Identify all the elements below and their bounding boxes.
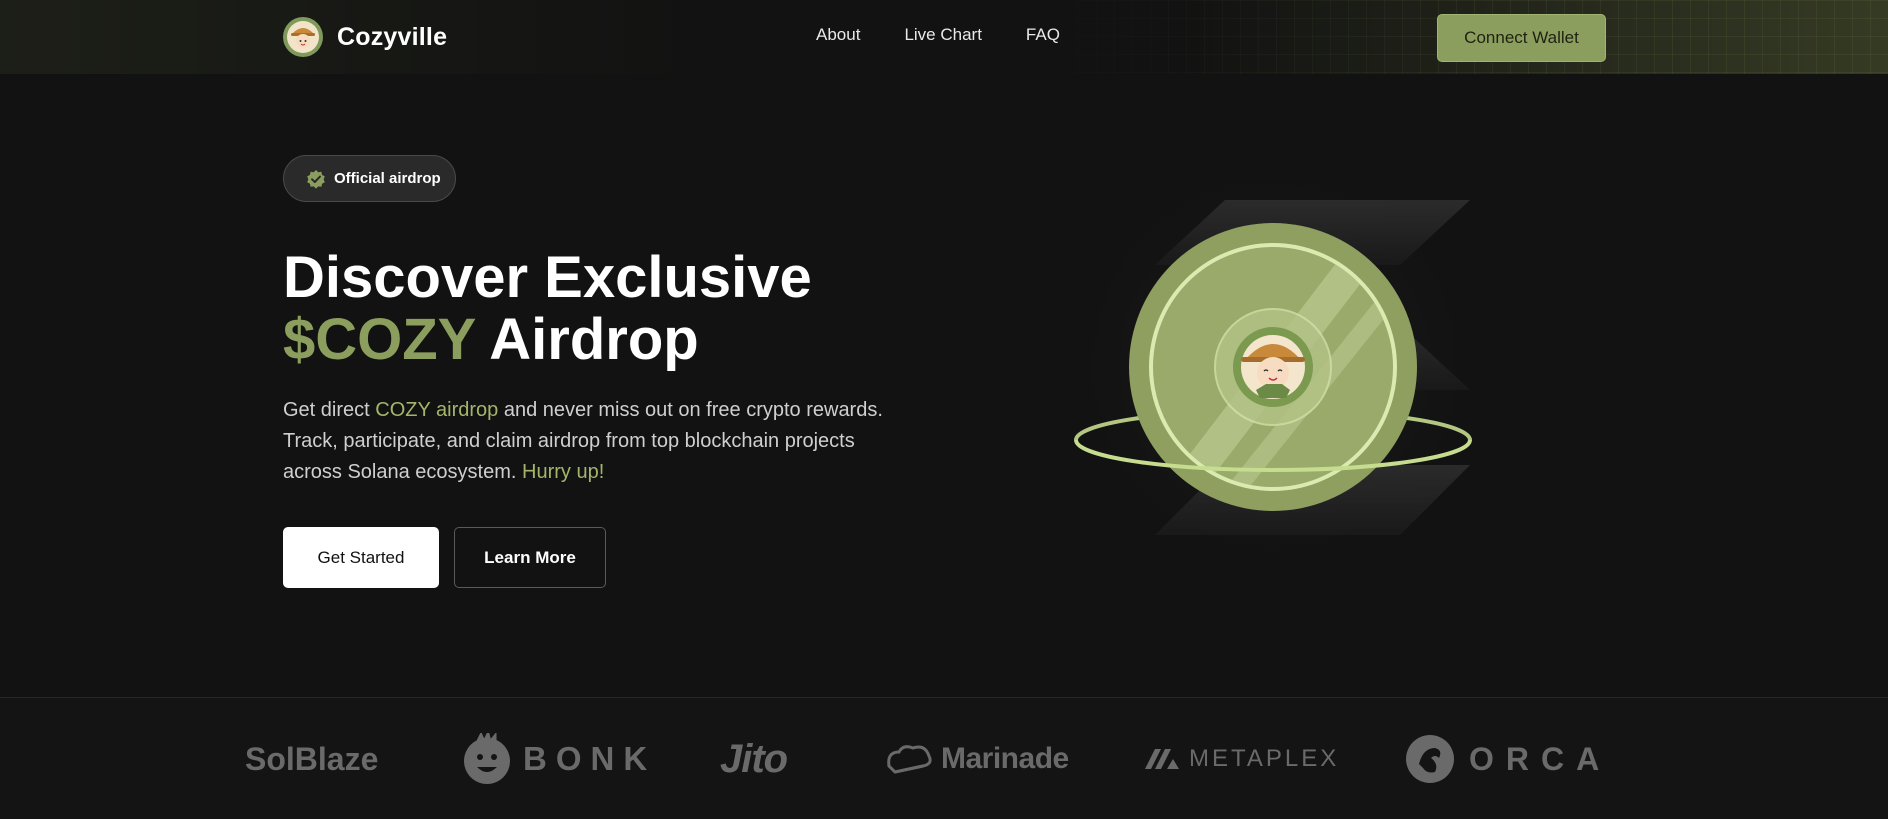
hero-title-rest: Airdrop	[489, 307, 699, 372]
coin-illustration	[1040, 150, 1510, 600]
nav-link-about[interactable]: About	[816, 25, 860, 45]
official-airdrop-badge: Official airdrop	[283, 155, 456, 202]
connect-wallet-button[interactable]: Connect Wallet	[1437, 14, 1606, 62]
cozyville-logo-icon	[283, 17, 323, 57]
hero-title: Discover Exclusive $COZY Airdrop	[283, 247, 812, 371]
orca-whale-icon	[1406, 735, 1454, 783]
brand[interactable]: Cozyville	[283, 17, 447, 57]
main-menu: About Live Chart FAQ	[816, 25, 1060, 45]
partner-marinade-label: Marinade	[941, 742, 1069, 775]
partners-strip: SolBlaze BONK Jito Marinade METAPLEX ORC…	[0, 697, 1888, 819]
hero-desc-part1: Get direct	[283, 399, 376, 421]
top-navbar: Cozyville About Live Chart FAQ Connect W…	[0, 0, 1888, 74]
hero-title-token: $COZY	[283, 307, 476, 372]
partner-bonk: BONK	[461, 733, 657, 784]
bonk-dog-icon	[464, 733, 510, 784]
partner-jito-label: Jito	[720, 736, 788, 781]
nav-link-faq[interactable]: FAQ	[1026, 25, 1060, 45]
partner-bonk-label: BONK	[523, 740, 657, 777]
partner-solblaze: SolBlaze	[245, 734, 378, 784]
learn-more-button[interactable]: Learn More	[454, 527, 606, 588]
verified-check-icon	[307, 169, 325, 189]
partner-metaplex: METAPLEX	[1145, 734, 1339, 784]
get-started-button[interactable]: Get Started	[283, 527, 439, 588]
hero-title-line1: Discover Exclusive	[283, 245, 812, 310]
metaplex-mark-icon	[1145, 749, 1179, 769]
partner-orca: ORCA	[1405, 734, 1611, 784]
partner-orca-label: ORCA	[1469, 740, 1612, 777]
hero-description: Get direct COZY airdrop and never miss o…	[283, 395, 903, 488]
hero-desc-highlight1: COZY airdrop	[375, 399, 499, 421]
partner-metaplex-label: METAPLEX	[1189, 745, 1340, 772]
hero-desc-highlight2: Hurry up!	[522, 461, 605, 483]
nav-link-live-chart[interactable]: Live Chart	[904, 25, 981, 45]
marinade-chef-hat-icon	[887, 745, 932, 774]
partner-marinade: Marinade	[885, 734, 1069, 784]
partner-jito: Jito	[720, 734, 788, 784]
badge-label: Official airdrop	[334, 170, 441, 187]
partner-solblaze-label: SolBlaze	[245, 740, 379, 777]
brand-name: Cozyville	[337, 22, 448, 51]
